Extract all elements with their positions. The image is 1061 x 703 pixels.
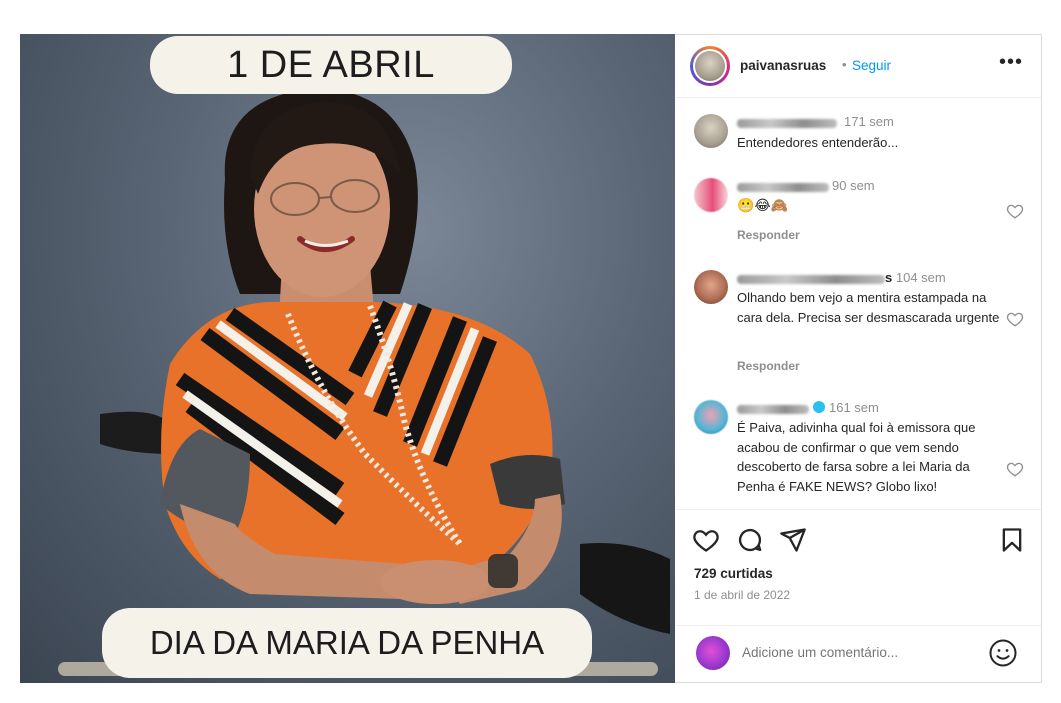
post-image[interactable]: 1 DE ABRIL DIA DA MARIA DA PENHA (20, 34, 675, 683)
title-banner-text: DIA DA MARIA DA PENHA (149, 624, 545, 661)
comment-time: 171 sem (844, 114, 894, 129)
portrait-illustration (58, 88, 670, 676)
reply-button[interactable]: Responder (737, 228, 800, 242)
emoji-icon[interactable] (988, 638, 1018, 668)
blurred-username (737, 405, 809, 414)
share-icon[interactable] (779, 526, 807, 554)
user-avatar-icon[interactable] (694, 178, 728, 212)
profile-avatar[interactable] (690, 46, 730, 86)
avatar-image (695, 51, 725, 81)
like-comment-heart-icon[interactable] (1006, 202, 1024, 220)
comment-time: 161 sem (829, 400, 879, 415)
username-suffix: s (885, 270, 893, 285)
comment-icon[interactable] (736, 526, 764, 554)
comment-text: Olhando bem vejo a mentira estampada na … (737, 290, 1000, 325)
post-sidebar: paivanasruas • Seguir ••• 171 sem Entend… (676, 35, 1041, 682)
blurred-username (737, 275, 885, 284)
blurred-username (737, 119, 837, 128)
blurred-username (737, 183, 829, 192)
post-date[interactable]: 1 de abril de 2022 (694, 588, 790, 602)
comment-text: Entendedores entenderão... (737, 135, 899, 150)
current-user-avatar (696, 636, 730, 670)
post-actions: 729 curtidas 1 de abril de 2022 (676, 509, 1041, 683)
reply-button[interactable]: Responder (737, 359, 800, 373)
comment-time-value: 104 sem (895, 270, 946, 285)
date-banner: 1 DE ABRIL (150, 36, 512, 94)
comment-time: s 104 sem (885, 270, 946, 285)
like-comment-heart-icon[interactable] (1006, 310, 1024, 328)
comment-item: 90 sem 😬😂🙈 Responder (676, 176, 1041, 254)
heart-icon[interactable] (692, 526, 720, 554)
comment-item: 171 sem Entendedores entenderão... (676, 112, 1041, 162)
post-header: paivanasruas • Seguir ••• (676, 35, 1041, 98)
like-comment-heart-icon[interactable] (1006, 460, 1024, 478)
verified-badge-icon (813, 401, 825, 413)
user-avatar-icon[interactable] (694, 400, 728, 434)
comment-time: 90 sem (832, 178, 875, 193)
comment-input[interactable] (742, 645, 972, 660)
likes-count[interactable]: 729 curtidas (694, 566, 773, 581)
more-options-icon[interactable]: ••• (999, 51, 1023, 74)
follow-button[interactable]: Seguir (852, 58, 891, 73)
bookmark-icon[interactable] (998, 526, 1026, 554)
comment-item: 161 sem É Paiva, adivinha qual foi à emi… (676, 398, 1041, 508)
comment-item: s 104 sem Olhando bem vejo a mentira est… (676, 268, 1041, 378)
header-separator: • (842, 57, 847, 72)
comment-text: É Paiva, adivinha qual foi à emissora qu… (737, 420, 976, 494)
date-banner-text: 1 DE ABRIL (227, 43, 435, 86)
comments-list[interactable]: 171 sem Entendedores entenderão... 90 se… (676, 98, 1041, 508)
user-avatar-icon[interactable] (694, 270, 728, 304)
user-avatar-icon[interactable] (694, 114, 728, 148)
comment-text: 😬😂🙈 (737, 197, 789, 213)
username-link[interactable]: paivanasruas (740, 58, 826, 73)
add-comment-bar (676, 625, 1041, 684)
title-banner: DIA DA MARIA DA PENHA (102, 608, 592, 678)
